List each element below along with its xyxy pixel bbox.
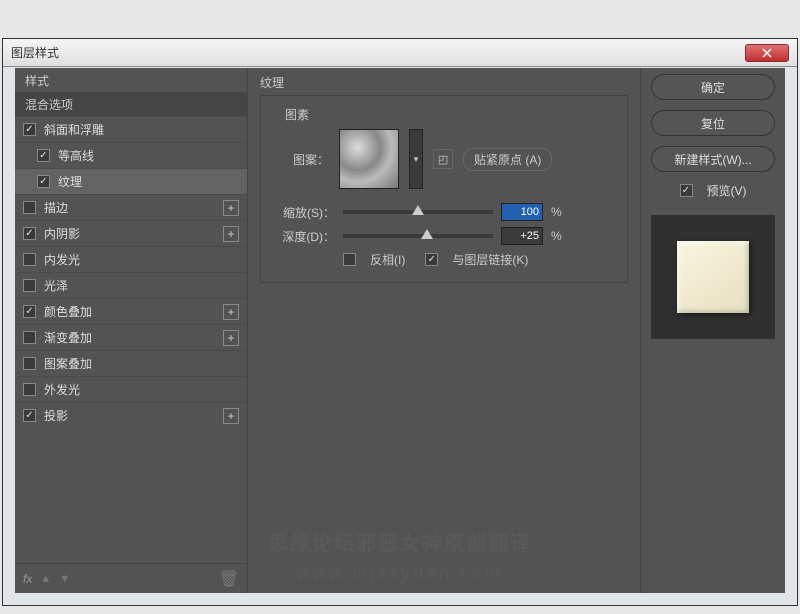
effect-checkbox[interactable]: [23, 279, 36, 292]
snap-origin-button[interactable]: 贴紧原点 (A): [463, 148, 552, 171]
effect-label: 内阴影: [44, 225, 80, 242]
effect-label: 内发光: [44, 251, 80, 268]
preview-box: [651, 215, 775, 339]
effect-label: 光泽: [44, 277, 68, 294]
elements-fieldset: 图素 图案： ▾ ◰ 贴紧原点 (A) 缩放(S)： % 深度(D)：: [260, 95, 628, 283]
pattern-swatch[interactable]: [339, 129, 399, 189]
scale-label: 缩放(S)：: [273, 204, 335, 221]
plus-icon[interactable]: +: [223, 408, 239, 424]
pattern-dropdown[interactable]: ▾: [409, 129, 423, 189]
depth-input[interactable]: [501, 227, 543, 245]
link-label: 与图层链接(K): [452, 251, 528, 268]
styles-panel: 样式 混合选项 斜面和浮雕等高线纹理描边 + 内阴影 + 内发光光泽颜色叠加 + 渐变叠加 +…: [15, 68, 247, 593]
effect-item-0[interactable]: 斜面和浮雕: [15, 116, 247, 142]
preview-checkbox[interactable]: [680, 184, 693, 197]
fx-label[interactable]: fx: [23, 572, 32, 586]
depth-slider[interactable]: [343, 234, 493, 238]
left-footer: fx ▲ ▼ 🗑: [15, 563, 247, 593]
effect-item-4[interactable]: 内阴影 +: [15, 220, 247, 246]
effect-item-7[interactable]: 颜色叠加 +: [15, 298, 247, 324]
plus-icon[interactable]: +: [223, 226, 239, 242]
effect-label: 斜面和浮雕: [44, 121, 104, 138]
trash-icon[interactable]: 🗑: [219, 569, 239, 589]
effect-label: 等高线: [58, 147, 94, 164]
effect-item-3[interactable]: 描边 +: [15, 194, 247, 220]
plus-icon[interactable]: +: [223, 200, 239, 216]
effect-checkbox[interactable]: [23, 331, 36, 344]
elements-label: 图素: [273, 106, 615, 123]
arrow-down-icon[interactable]: ▼: [59, 573, 70, 585]
effect-checkbox[interactable]: [23, 409, 36, 422]
right-panel: 确定 复位 新建样式(W)... 预览(V): [641, 68, 785, 593]
effect-item-11[interactable]: 投影 +: [15, 402, 247, 428]
effect-checkbox[interactable]: [23, 383, 36, 396]
effect-item-8[interactable]: 渐变叠加 +: [15, 324, 247, 350]
close-icon: [762, 48, 772, 58]
arrow-up-icon[interactable]: ▲: [40, 573, 51, 585]
new-preset-icon[interactable]: ◰: [433, 149, 453, 169]
effect-item-1[interactable]: 等高线: [15, 142, 247, 168]
preview-checkbox-row[interactable]: 预览(V): [680, 182, 747, 199]
watermark-2: www.missyuan.com: [297, 563, 503, 584]
plus-icon[interactable]: +: [223, 330, 239, 346]
effect-label: 外发光: [44, 381, 80, 398]
effect-item-2[interactable]: 纹理: [15, 168, 247, 194]
close-button[interactable]: [745, 44, 789, 62]
effect-list: 斜面和浮雕等高线纹理描边 + 内阴影 + 内发光光泽颜色叠加 + 渐变叠加 + 图案叠加外发光投…: [15, 116, 247, 563]
effect-checkbox[interactable]: [23, 305, 36, 318]
styles-header[interactable]: 样式: [15, 68, 247, 92]
effect-item-5[interactable]: 内发光: [15, 246, 247, 272]
settings-panel: 纹理 图素 图案： ▾ ◰ 贴紧原点 (A) 缩放(S)： % 深度(D): [247, 68, 641, 593]
effect-checkbox[interactable]: [23, 123, 36, 136]
effect-label: 投影: [44, 407, 68, 424]
effect-label: 描边: [44, 199, 68, 216]
invert-label: 反相(I): [370, 251, 405, 268]
preview-label: 预览(V): [707, 182, 747, 199]
link-checkbox[interactable]: [425, 253, 438, 266]
effect-checkbox[interactable]: [37, 175, 50, 188]
effect-label: 颜色叠加: [44, 303, 92, 320]
effect-label: 纹理: [58, 173, 82, 190]
scale-percent: %: [551, 205, 562, 219]
preview-swatch: [677, 241, 749, 313]
effect-item-10[interactable]: 外发光: [15, 376, 247, 402]
reset-button[interactable]: 复位: [651, 110, 775, 136]
watermark-1: 思缘论坛邪恶女神原创翻译: [268, 527, 532, 556]
ok-button[interactable]: 确定: [651, 74, 775, 100]
effect-item-9[interactable]: 图案叠加: [15, 350, 247, 376]
effect-item-6[interactable]: 光泽: [15, 272, 247, 298]
new-style-button[interactable]: 新建样式(W)...: [651, 146, 775, 172]
depth-percent: %: [551, 229, 562, 243]
effect-label: 图案叠加: [44, 355, 92, 372]
scale-slider[interactable]: [343, 210, 493, 214]
link-checkbox-row[interactable]: 与图层链接(K): [425, 251, 528, 268]
effect-checkbox[interactable]: [23, 201, 36, 214]
plus-icon[interactable]: +: [223, 304, 239, 320]
effect-checkbox[interactable]: [23, 253, 36, 266]
window-title: 图层样式: [11, 44, 59, 61]
invert-checkbox[interactable]: [343, 253, 356, 266]
depth-label: 深度(D)：: [273, 228, 335, 245]
effect-checkbox[interactable]: [23, 357, 36, 370]
scale-input[interactable]: [501, 203, 543, 221]
section-title: 纹理: [260, 74, 628, 91]
effect-checkbox[interactable]: [37, 149, 50, 162]
effect-label: 渐变叠加: [44, 329, 92, 346]
pattern-label: 图案：: [293, 151, 329, 168]
titlebar: 图层样式: [3, 39, 797, 67]
blend-options-header[interactable]: 混合选项: [15, 92, 247, 116]
effect-checkbox[interactable]: [23, 227, 36, 240]
invert-checkbox-row[interactable]: 反相(I): [343, 251, 405, 268]
